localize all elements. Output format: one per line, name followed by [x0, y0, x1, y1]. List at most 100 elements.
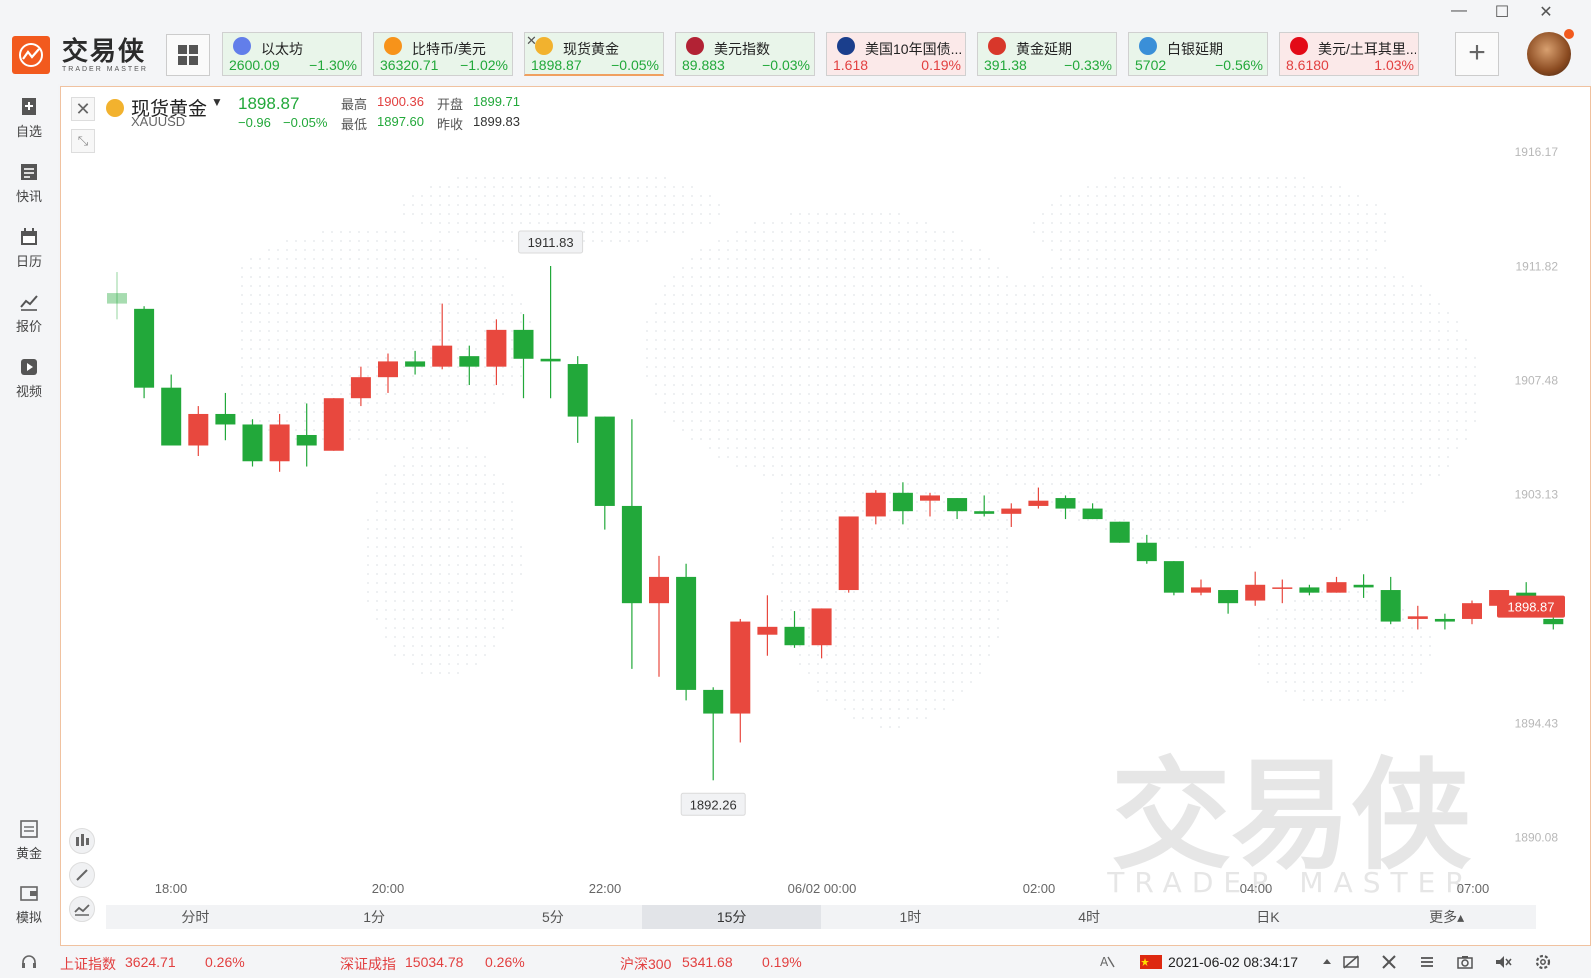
low-value: 1897.60 [377, 114, 424, 129]
sidebar-item-label: 黄金 [15, 846, 42, 861]
x-tick-label: 22:00 [589, 881, 622, 896]
sidebar-item-b0[interactable]: 黄金 [0, 818, 58, 862]
ticker-3[interactable]: 美元指数 89.883 −0.03% [675, 32, 815, 76]
y-tick-label: 1907.48 [1515, 373, 1559, 387]
camera-icon[interactable] [1456, 953, 1474, 971]
candle-body [838, 516, 859, 591]
tools-icon[interactable] [1380, 953, 1398, 971]
candle-body [703, 689, 724, 714]
sidebar-item-t4[interactable]: 视频 [0, 356, 58, 400]
ticker-price: 89.883 [682, 57, 725, 73]
news-icon [21, 164, 37, 180]
ticker-price: 8.6180 [1286, 57, 1329, 73]
sidebar: 自选快讯日历报价视频黄金模拟 [0, 84, 58, 956]
status-bar: 上证指数 3624.71 0.26% 深证成指 15034.78 0.26% 沪… [0, 946, 1591, 978]
logo-text: 交易侠 [62, 35, 147, 66]
bond-icon [837, 37, 855, 55]
timeframe-1[interactable]: 1分 [285, 905, 464, 929]
sidebar-item-t1[interactable]: 快讯 [0, 161, 58, 205]
index-name-hs300[interactable]: 沪深300 [620, 954, 671, 974]
timeframe-6[interactable]: 日K [1179, 905, 1358, 929]
high-price-marker: 1911.83 [518, 230, 584, 254]
candle-body [1163, 561, 1184, 593]
x-tick-label: 02:00 [1023, 881, 1056, 896]
ticker-name: 黄金延期 [1016, 41, 1072, 57]
ticker-change: −0.56% [1215, 57, 1263, 73]
minimize-button[interactable]: — [1447, 2, 1471, 20]
indicator-tool-button[interactable] [69, 828, 95, 854]
ticker-name: 美元/土耳其里... [1318, 41, 1416, 57]
timeframe-0[interactable]: 分时 [106, 905, 285, 929]
candle-body [350, 377, 371, 399]
trend-icon [74, 904, 90, 916]
candle-body [459, 356, 480, 367]
candle-body [947, 498, 968, 512]
x-tick-label: 04:00 [1240, 881, 1273, 896]
sidebar-item-t0[interactable]: 自选 [0, 96, 58, 140]
last-price-tag: 1898.87 [1497, 595, 1565, 618]
candle-body [730, 621, 751, 714]
ticker-1[interactable]: 比特币/美元 36320.71 −1.02% [373, 32, 513, 76]
bookmark-add-icon [22, 98, 36, 115]
timeframe-5[interactable]: 4时 [1000, 905, 1179, 929]
screen-off-icon[interactable] [1342, 953, 1360, 971]
candle-body [594, 416, 615, 506]
index-name-sz[interactable]: 深证成指 [340, 954, 396, 974]
analysis-tool-button[interactable] [69, 896, 95, 922]
candle-body [865, 492, 886, 517]
sidebar-item-t2[interactable]: 日历 [0, 226, 58, 270]
index-value-sh: 3624.71 [125, 954, 176, 970]
avatar[interactable] [1527, 32, 1571, 76]
chevron-down-icon[interactable]: ▼ [211, 95, 223, 109]
ticker-4[interactable]: 美国10年国债... 1.618 0.19% [826, 32, 966, 76]
index-name-sh[interactable]: 上证指数 [60, 954, 116, 974]
translate-icon[interactable]: A [1098, 953, 1116, 971]
candle-body [378, 361, 398, 378]
caret-up-icon[interactable] [1318, 953, 1336, 971]
headset-icon[interactable] [20, 953, 38, 971]
layout-grid-button[interactable] [166, 34, 210, 76]
menu-icon[interactable] [1418, 953, 1436, 971]
shrink-chart-button[interactable]: ⤡ [71, 129, 95, 153]
datetime: 2021-06-02 08:34:17 [1168, 954, 1298, 970]
sidebar-item-b1[interactable]: 模拟 [0, 882, 58, 926]
candle-body [1136, 542, 1157, 562]
timeframe-2[interactable]: 5分 [464, 905, 643, 929]
sidebar-item-label: 模拟 [15, 910, 42, 925]
close-window-button[interactable]: ✕ [1534, 2, 1558, 22]
ticker-7[interactable]: 美元/土耳其里... 8.6180 1.03% [1279, 32, 1419, 76]
candlestick-chart[interactable]: 交易侠TRADER MASTER1916.171911.821907.48190… [61, 87, 1591, 947]
candle-body [161, 387, 182, 446]
settings-icon[interactable] [1534, 953, 1552, 971]
ticker-2[interactable]: ✕ 现货黄金 1898.87 −0.05% [524, 32, 664, 76]
notification-dot [1564, 29, 1574, 39]
maximize-button[interactable]: ☐ [1490, 2, 1514, 22]
sidebar-item-label: 快讯 [15, 189, 42, 204]
candle-body [649, 576, 669, 604]
quote-chart-icon [20, 295, 38, 311]
ticker-0[interactable]: 以太坊 2600.09 −1.30% [222, 32, 362, 76]
ticker-price: 2600.09 [229, 57, 280, 73]
close-chart-button[interactable]: ✕ [71, 97, 95, 121]
add-ticker-button[interactable]: + [1455, 32, 1499, 76]
timeframe-3[interactable]: 15分 [642, 905, 821, 929]
pen-icon [76, 869, 88, 881]
timeframe-4[interactable]: 1时 [821, 905, 1000, 929]
timeframe-7[interactable]: 更多▴ [1357, 905, 1536, 929]
sidebar-item-t3[interactable]: 报价 [0, 291, 58, 335]
candle-body [621, 505, 642, 604]
ticker-change: 1.03% [1374, 57, 1414, 73]
x-tick-label: 07:00 [1457, 881, 1490, 896]
ticker-name: 白银延期 [1167, 41, 1223, 57]
china-flag-icon [1140, 955, 1162, 969]
open-label: 开盘 [437, 97, 464, 112]
ticker-price: 1898.87 [531, 57, 582, 73]
ethereum-icon [233, 37, 251, 55]
x-tick-label: 06/02 00:00 [788, 881, 857, 896]
mute-icon[interactable] [1494, 953, 1512, 971]
draw-tool-button[interactable] [69, 862, 95, 888]
ticker-5[interactable]: 黄金延期 391.38 −0.33% [977, 32, 1117, 76]
ticker-6[interactable]: 白银延期 5702 −0.56% [1128, 32, 1268, 76]
x-tick-label: 20:00 [372, 881, 405, 896]
index-change-sz: 0.26% [485, 954, 525, 970]
